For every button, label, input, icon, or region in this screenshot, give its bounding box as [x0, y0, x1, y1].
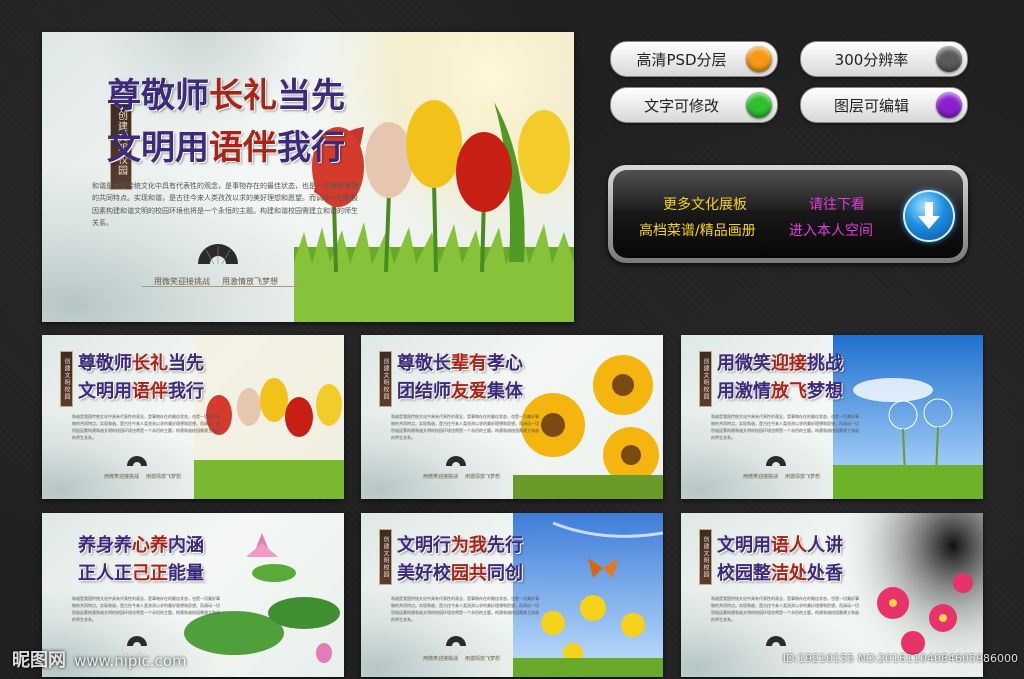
- thumb-board-2: 创建文明校园 尊敬长辈有孝心 团结师友爱集体 和谐是我国传统文化中具有代表性的观…: [361, 335, 663, 499]
- thumb-1-title-line1: 尊敬师长礼当先: [78, 353, 204, 374]
- promo-line-1: 更多文化展板: [663, 197, 747, 213]
- school-seal: 创建文明校园: [379, 529, 392, 585]
- download-arrow-icon[interactable]: [903, 190, 955, 242]
- thumb-3-footer-right: 用激情放飞梦想: [785, 474, 821, 480]
- thumb-3-footer-left: 用微笑迎接挑战: [743, 474, 779, 480]
- feature-layers-editable: 图层可编辑: [800, 87, 968, 123]
- site-watermark: 昵图网 www.nipic.com: [12, 650, 187, 671]
- feature-psd-layers: 高清PSD分层: [610, 41, 778, 77]
- thumb-1-title-line2: 文明用语伴我行: [78, 381, 204, 402]
- thumb-5-footer-right: 用激情放飞梦想: [465, 656, 501, 662]
- thumb-4-body: 和谐是我国传统文化中具有代表性的观念，是事物存在的最佳状态，也是一切美好事物的共…: [72, 596, 220, 622]
- thumb-5-title-line1: 文明行为我先行: [397, 535, 523, 556]
- fan-ornament: [196, 242, 240, 272]
- thumb-board-5: 创建文明校园 文明行为我先行 美好校园共同创 和谐是我国传统文化中具有代表性的观…: [361, 513, 663, 677]
- main-title-line2: 文明用语伴我行: [107, 128, 345, 168]
- gray-dot-icon: [936, 46, 962, 72]
- thumb-4-title-line1: 养身养心养内涵: [78, 535, 204, 556]
- feature-text-editable: 文字可修改: [610, 87, 778, 123]
- thumb-3-title-line1: 用微笑迎接挑战: [717, 353, 843, 374]
- fan-ornament: [445, 633, 467, 652]
- thumb-2-title-line1: 尊敬长辈有孝心: [397, 353, 523, 374]
- purple-dot-icon: [936, 92, 962, 118]
- thumb-1-footer-left: 用微笑迎接挑战: [104, 474, 140, 480]
- school-seal: 创建文明校园: [699, 529, 712, 585]
- thumb-3-body: 和谐是我国传统文化中具有代表性的观念，是事物存在的最佳状态，也是一切美好事物的共…: [711, 414, 859, 440]
- thumb-2-body: 和谐是我国传统文化中具有代表性的观念，是事物存在的最佳状态，也是一切美好事物的共…: [391, 414, 539, 440]
- thumb-5-footer-left: 用微笑迎接挑战: [423, 656, 459, 662]
- thumb-2-title-line2: 团结师友爱集体: [397, 381, 523, 402]
- promo-banner[interactable]: 更多文化展板 高档菜谱/精品画册 请往下看 进入本人空间: [608, 165, 968, 263]
- promo-line-3: 请往下看: [809, 197, 865, 213]
- green-dot-icon: [746, 92, 772, 118]
- school-seal: 创建文明校园: [699, 351, 712, 407]
- thumb-1-body: 和谐是我国传统文化中具有代表性的观念，是事物存在的最佳状态，也是一切美好事物的共…: [72, 414, 220, 440]
- thumb-1-footer-right: 用激情放飞梦想: [146, 474, 182, 480]
- thumb-2-footer-left: 用微笑迎接挑战: [423, 474, 459, 480]
- main-footer-left: 用微笑迎接挑战: [154, 277, 210, 286]
- thumb-3-title-line2: 用激情放飞梦想: [717, 381, 843, 402]
- school-seal: 创建文明校园: [60, 351, 73, 407]
- feature-resolution: 300分辨率: [800, 41, 968, 77]
- promo-line-4: 进入本人空间: [789, 223, 873, 239]
- orange-dot-icon: [746, 46, 772, 72]
- fan-ornament: [126, 453, 148, 472]
- thumb-6-body: 和谐是我国传统文化中具有代表性的观念，是事物存在的最佳状态，也是一切美好事物的共…: [711, 596, 859, 622]
- thumb-board-1: 创建文明校园 尊敬师长礼当先 文明用语伴我行 和谐是我国传统文化中具有代表性的观…: [42, 335, 344, 499]
- thumb-4-title-line2: 正人正己正能量: [78, 563, 204, 584]
- thumb-6-title-line2: 校园整洁处处香: [717, 563, 843, 584]
- thumb-5-body: 和谐是我国传统文化中具有代表性的观念，是事物存在的最佳状态，也是一切美好事物的共…: [391, 596, 539, 622]
- school-seal: 创建文明校园: [379, 351, 392, 407]
- fan-ornament: [445, 453, 467, 472]
- fan-ornament: [765, 453, 787, 472]
- thumb-5-title-line2: 美好校园共同创: [397, 563, 523, 584]
- promo-line-2: 高档菜谱/精品画册: [639, 223, 756, 239]
- main-body-text: 和谐是我国传统文化中具有代表性的观念，是事物存在的最佳状态，也是一切美好事物的共…: [92, 182, 358, 227]
- thumb-board-3: 创建文明校园 用微笑迎接挑战 用激情放飞梦想 和谐是我国传统文化中具有代表性的观…: [681, 335, 983, 499]
- main-board: 创建文明校园 尊敬师长礼当先 文明用语伴我行 和谐是我国传统文化中具有代表性的观…: [42, 32, 574, 322]
- fan-ornament: [765, 633, 787, 652]
- image-id-text: ID:19210155 NO:20161104084605986000: [782, 652, 1018, 665]
- thumb-2-footer-right: 用激情放飞梦想: [465, 474, 501, 480]
- main-title-line1: 尊敬师长礼当先: [107, 76, 345, 116]
- thumb-6-title-line1: 文明用语人人讲: [717, 535, 843, 556]
- main-footer-right: 用激情放飞梦想: [222, 277, 278, 286]
